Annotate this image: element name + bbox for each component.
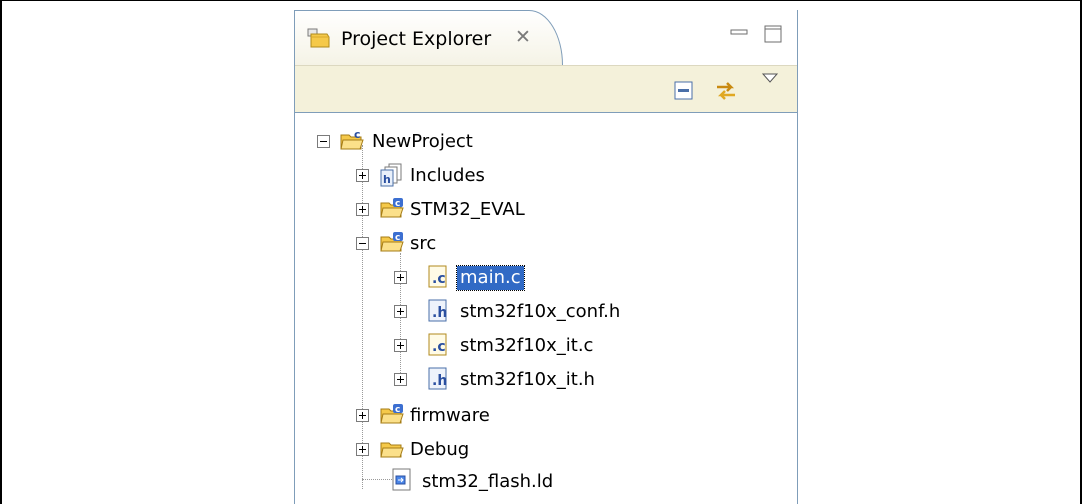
view-tabstrip: Project Explorer ✕ [295, 10, 797, 65]
project-explorer-view: Project Explorer ✕ c NewProject h Includ… [294, 10, 798, 504]
tree-item-stm32-eval[interactable]: c STM32_EVAL [295, 195, 797, 225]
minimize-icon[interactable] [729, 24, 749, 40]
tree-item-label: NewProject [372, 131, 473, 152]
tree-item-src[interactable]: c src [295, 229, 797, 259]
project-explorer-icon [307, 28, 330, 48]
link-with-editor-icon[interactable] [713, 78, 739, 104]
tree-item-stm32f10x-it-h[interactable]: .h stm32f10x_it.h [295, 365, 797, 395]
collapse-all-icon[interactable] [673, 80, 695, 102]
tree-item-stm32-flash-ld[interactable]: stm32_flash.ld [295, 467, 797, 497]
expand-toggle[interactable] [356, 443, 369, 456]
svg-text:.c: .c [432, 271, 446, 287]
svg-text:c: c [395, 405, 400, 415]
expand-toggle[interactable] [394, 373, 407, 386]
svg-text:.h: .h [432, 305, 447, 321]
svg-text:c: c [354, 128, 361, 141]
close-icon[interactable]: ✕ [513, 27, 533, 47]
tree-item-newproject[interactable]: c NewProject [295, 127, 797, 157]
expand-toggle[interactable] [394, 339, 407, 352]
expand-toggle[interactable] [394, 305, 407, 318]
project-tree: c NewProject h Includes c STM32_EVAL c s… [295, 113, 797, 504]
maximize-icon[interactable] [763, 24, 783, 44]
tree-item-label: stm32f10x_it.c [460, 335, 594, 356]
svg-text:.h: .h [432, 373, 447, 389]
collapse-toggle[interactable] [356, 237, 369, 250]
view-menu-icon[interactable] [761, 72, 779, 84]
c-project-icon: c [340, 128, 364, 150]
tree-item-label: firmware [410, 405, 490, 426]
tree-item-label: stm32f10x_conf.h [460, 301, 621, 322]
h-file-icon: .h [428, 299, 447, 322]
source-folder-icon: c [380, 404, 404, 424]
c-file-icon: .c [428, 333, 447, 356]
tab-project-explorer[interactable]: Project Explorer ✕ [295, 10, 563, 65]
expand-toggle[interactable] [356, 169, 369, 182]
source-folder-icon: c [380, 198, 404, 218]
folder-icon [380, 442, 404, 458]
tree-item-main-c[interactable]: .c main.c [295, 263, 797, 293]
tree-item-label: STM32_EVAL [410, 199, 525, 220]
tree-item-label: Debug [410, 439, 470, 460]
tree-item-label: Includes [410, 165, 485, 186]
tree-item-label: src [410, 233, 437, 254]
tree-item-label: stm32f10x_it.h [460, 369, 595, 390]
expand-toggle[interactable] [356, 203, 369, 216]
tab-title: Project Explorer [341, 28, 492, 50]
svg-text:c: c [395, 233, 400, 243]
tree-item-stm32f10x-it-c[interactable]: .c stm32f10x_it.c [295, 331, 797, 361]
expand-toggle[interactable] [356, 409, 369, 422]
c-file-icon: .c [428, 265, 447, 288]
tree-item-stm32f10x-conf-h[interactable]: .h stm32f10x_conf.h [295, 297, 797, 327]
tree-item-label: stm32_flash.ld [422, 471, 554, 492]
h-file-icon: .h [428, 367, 447, 390]
includes-icon: h [380, 163, 402, 187]
tree-item-includes[interactable]: h Includes [295, 161, 797, 191]
tree-item-debug[interactable]: Debug [295, 435, 797, 465]
expand-toggle[interactable] [394, 271, 407, 284]
svg-text:h: h [383, 173, 391, 186]
svg-text:.c: .c [432, 339, 446, 355]
tree-item-label: main.c [456, 265, 525, 291]
view-toolbar [295, 65, 797, 113]
svg-text:c: c [395, 199, 400, 209]
source-folder-icon: c [380, 232, 404, 252]
tree-item-firmware[interactable]: c firmware [295, 401, 797, 431]
collapse-toggle[interactable] [317, 135, 330, 148]
linker-file-icon [392, 468, 411, 491]
